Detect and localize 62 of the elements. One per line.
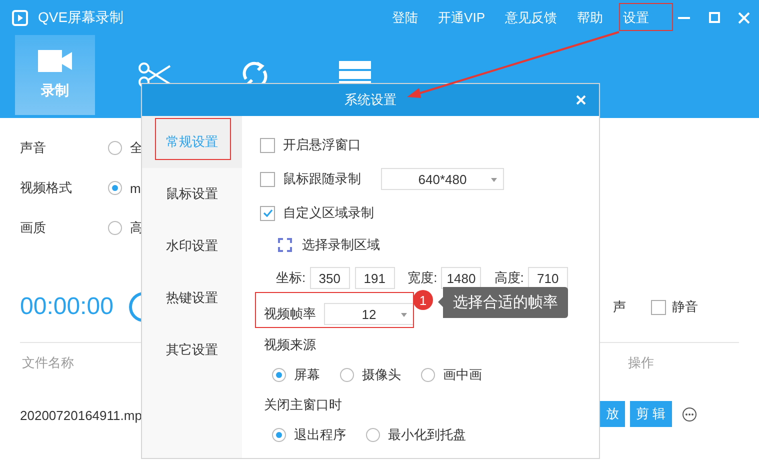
mute-label: 静音 bbox=[672, 298, 698, 316]
frame-rate-select[interactable]: 12 bbox=[324, 303, 414, 325]
checkbox-label: 自定义区域录制 bbox=[283, 204, 374, 222]
coordinate-label: 高度: bbox=[494, 269, 524, 287]
radio-button[interactable] bbox=[340, 368, 354, 382]
more-icon[interactable] bbox=[682, 407, 697, 422]
maximize-icon bbox=[708, 12, 720, 23]
column-header: 操作 bbox=[628, 354, 654, 372]
option-label: 最小化到托盘 bbox=[388, 426, 466, 444]
coordinate-label: 坐标: bbox=[276, 269, 306, 287]
checkbox[interactable] bbox=[260, 206, 275, 220]
checkbox-label: 开启悬浮窗口 bbox=[283, 136, 361, 154]
number-field[interactable]: 710 bbox=[528, 267, 568, 289]
file-name: 20200720164911.mp bbox=[20, 408, 142, 422]
checkmark-icon bbox=[262, 209, 272, 217]
noise-label: 声 bbox=[613, 298, 626, 316]
setting-label: 声音 bbox=[20, 139, 47, 157]
option-label: 屏幕 bbox=[294, 366, 320, 384]
video-camera-icon bbox=[38, 50, 72, 72]
checkbox[interactable] bbox=[260, 138, 275, 152]
sidebar-tab[interactable]: 其它设置 bbox=[142, 324, 242, 376]
dashed-frame-icon[interactable] bbox=[278, 238, 292, 252]
option-label: 全 bbox=[130, 139, 143, 157]
radio-button[interactable] bbox=[108, 221, 122, 235]
sidebar-tab[interactable]: 鼠标设置 bbox=[142, 168, 242, 220]
option-label: m bbox=[130, 180, 141, 196]
option-label: 画中画 bbox=[443, 366, 482, 384]
close-icon bbox=[738, 12, 750, 24]
tooltip: 选择合适的帧率 bbox=[443, 287, 568, 318]
highlight-frame bbox=[619, 3, 673, 31]
option-label: 摄像头 bbox=[362, 366, 401, 384]
dialog-title: 系统设置 bbox=[344, 91, 396, 109]
setting-label: 画质 bbox=[20, 219, 47, 237]
radio-button[interactable] bbox=[272, 428, 286, 442]
option-label: 退出程序 bbox=[294, 426, 346, 444]
setting-label: 视频格式 bbox=[20, 179, 73, 197]
group-label: 视频来源 bbox=[264, 336, 316, 354]
close-icon bbox=[576, 95, 586, 105]
column-header: 文件名称 bbox=[22, 354, 74, 372]
sidebar-tab[interactable]: 水印设置 bbox=[142, 220, 242, 272]
sidebar-tab[interactable]: 热键设置 bbox=[142, 272, 242, 324]
window-title: QVE屏幕录制 bbox=[38, 8, 125, 26]
checkbox[interactable] bbox=[260, 172, 275, 186]
radio-button[interactable] bbox=[421, 368, 435, 382]
minimize-icon bbox=[678, 16, 690, 18]
radio-button[interactable] bbox=[108, 181, 122, 195]
radio-button[interactable] bbox=[366, 428, 380, 442]
checkbox-label: 鼠标跟随录制 bbox=[283, 170, 361, 188]
radio-button[interactable] bbox=[272, 368, 286, 382]
radio-button[interactable] bbox=[108, 141, 122, 155]
number-field[interactable]: 1480 bbox=[441, 267, 482, 289]
number-field[interactable]: 191 bbox=[354, 267, 395, 289]
tooltip-pointer-icon bbox=[438, 297, 443, 307]
mute-checkbox[interactable] bbox=[651, 300, 666, 314]
play-logo-icon bbox=[12, 10, 28, 26]
timer-display: 00:00:00 bbox=[20, 293, 114, 321]
size-select[interactable]: 640*480 bbox=[381, 168, 504, 190]
frame-rate-label: 视频帧率 bbox=[264, 305, 316, 323]
select-area-link[interactable]: 选择录制区域 bbox=[302, 236, 380, 254]
number-field[interactable]: 350 bbox=[310, 267, 350, 289]
coordinate-label: 宽度: bbox=[408, 269, 438, 287]
group-label: 关闭主窗口时 bbox=[264, 396, 342, 414]
